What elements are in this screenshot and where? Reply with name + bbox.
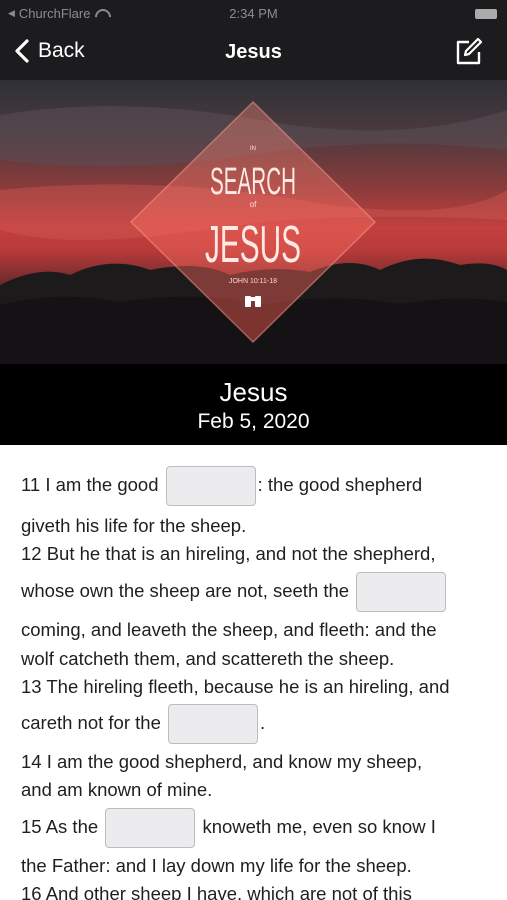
sermon-title: Jesus [219, 377, 288, 407]
verse-line: 14 I am the good shepherd, and know my s… [21, 751, 423, 772]
fill-in-blank[interactable] [168, 704, 259, 744]
verse-line: coming, and leaveth the sheep, and fleet… [21, 619, 437, 640]
hero-reference: JOHN 10:11-18 [229, 278, 277, 285]
fill-in-blank[interactable] [105, 808, 196, 848]
sermon-artwork: IN SEARCH of JESUS JOHN 10:11-18 [0, 80, 507, 364]
verse-text: 15 As the [21, 815, 99, 837]
verse-text: careth not for the [21, 711, 161, 733]
svg-text:IN: IN [250, 146, 256, 152]
navigation-bar: Back Jesus [0, 28, 507, 80]
sermon-artwork-graphic: IN SEARCH of JESUS JOHN 10:11-18 [0, 100, 507, 364]
verse-line: 15 As the knoweth me, even so know I [21, 808, 436, 848]
verse-line: whose own the sheep are not, seeth the [21, 572, 448, 612]
verse-line: giveth his life for the sheep. [21, 515, 247, 536]
verse-text: : the good shepherd [257, 473, 423, 495]
compose-icon[interactable] [453, 37, 483, 67]
verse-text: whose own the sheep are not, seeth the [21, 579, 350, 601]
verse-text: knoweth me, even so know I [202, 815, 436, 837]
nav-title: Jesus [225, 41, 282, 63]
status-time: 2:34 PM [229, 6, 278, 21]
verse-text: 11 I am the good [21, 473, 159, 495]
hero-line2: JESUS [205, 216, 301, 274]
fill-in-blank[interactable] [165, 466, 256, 506]
verse-line: wolf catcheth them, and scattereth the s… [21, 648, 395, 669]
verse-line: and am known of mine. [21, 779, 213, 800]
verse-line: 16 And other sheep I have, which are not… [21, 883, 412, 900]
verse-line: 11 I am the good : the good shepherd [21, 466, 422, 506]
fill-in-blank[interactable] [356, 572, 447, 612]
hero-line1: SEARCH [210, 161, 296, 203]
verse-line: the Father: and I lay down my life for t… [21, 855, 412, 876]
sermon-date: Feb 5, 2020 [197, 410, 310, 433]
hero-small1: of [250, 200, 257, 209]
status-bar: ◀ ChurchFlare 2:34 PM [0, 0, 507, 28]
battery-icon [475, 9, 497, 19]
verse-line: careth not for the . [21, 704, 265, 744]
verse-text: . [260, 711, 266, 733]
verse-line: 13 The hireling fleeth, because he is an… [21, 676, 450, 697]
passage-text: 11 I am the good : the good shepherd giv… [0, 445, 507, 900]
sermon-header: Jesus Feb 5, 2020 [0, 364, 507, 445]
verse-line: 12 But he that is an hireling, and not t… [21, 543, 436, 564]
